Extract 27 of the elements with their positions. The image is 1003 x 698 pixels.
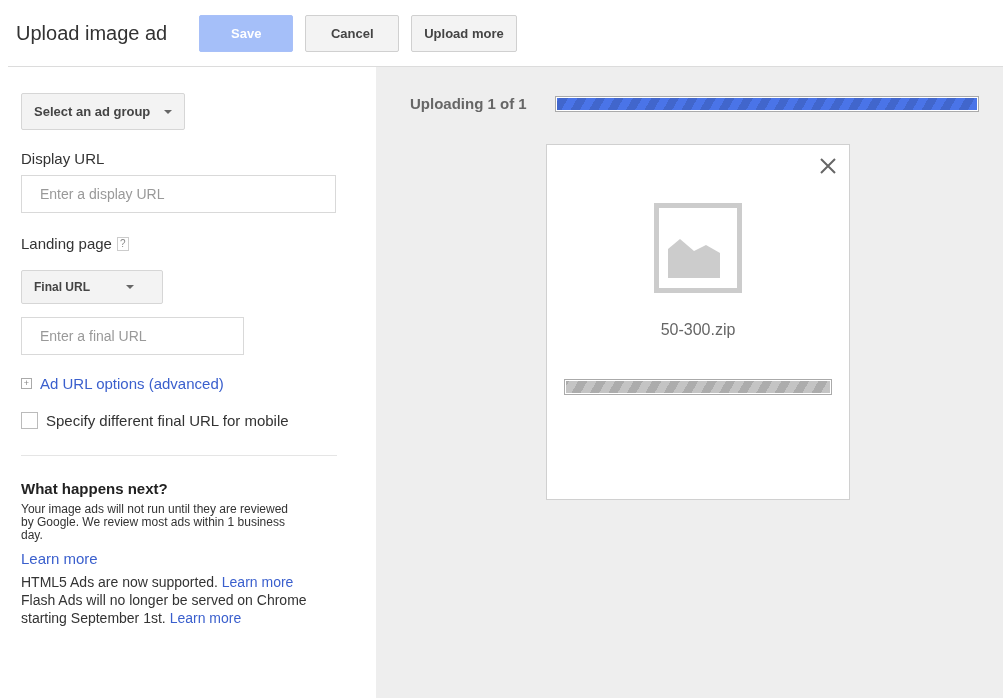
input-field[interactable]: Enter a final URL xyxy=(21,317,244,355)
advanced-options-link[interactable]: Ad URL options (advanced) xyxy=(40,375,224,392)
file-name: 50-300.zip xyxy=(660,321,736,339)
input-field[interactable]: Enter a display URL xyxy=(21,175,336,213)
toolbar-button[interactable]: Cancel xyxy=(305,14,400,52)
url-type-dropdown[interactable]: Final URL xyxy=(21,270,163,304)
info-note: HTML5 Ads are now supported. Learn more xyxy=(21,573,295,591)
close-icon[interactable] xyxy=(819,157,837,175)
upload-status: Uploading 1 of 1 xyxy=(410,95,527,112)
toolbar-button[interactable]: Upload more xyxy=(411,14,517,52)
info-title: What happens next? xyxy=(21,480,169,497)
image-icon xyxy=(654,203,742,293)
caret-icon xyxy=(164,109,173,114)
learn-more-link[interactable]: Learn more xyxy=(221,574,294,590)
learn-more-link[interactable]: Learn more xyxy=(169,610,242,626)
help-icon[interactable]: ? xyxy=(116,236,129,251)
expand-icon[interactable]: + xyxy=(21,378,32,389)
ad-group-dropdown[interactable]: Select an ad group xyxy=(21,93,186,130)
page-title: Upload image ad xyxy=(16,21,168,45)
field-label: Landing page xyxy=(21,235,112,252)
caret-icon xyxy=(126,285,134,289)
checkbox-label: Specify different final URL for mobile xyxy=(46,412,289,429)
field-label: Display URL xyxy=(21,150,106,167)
checkbox[interactable] xyxy=(21,412,38,429)
info-text: Your image ads will not run until they are reviewed by Google. We review most ads within 1 business day. xyxy=(21,503,290,542)
learn-more-link[interactable]: Learn more xyxy=(21,550,98,567)
info-note: Flash Ads will no longer be served on Chrome starting September 1st. Learn more xyxy=(21,591,308,627)
